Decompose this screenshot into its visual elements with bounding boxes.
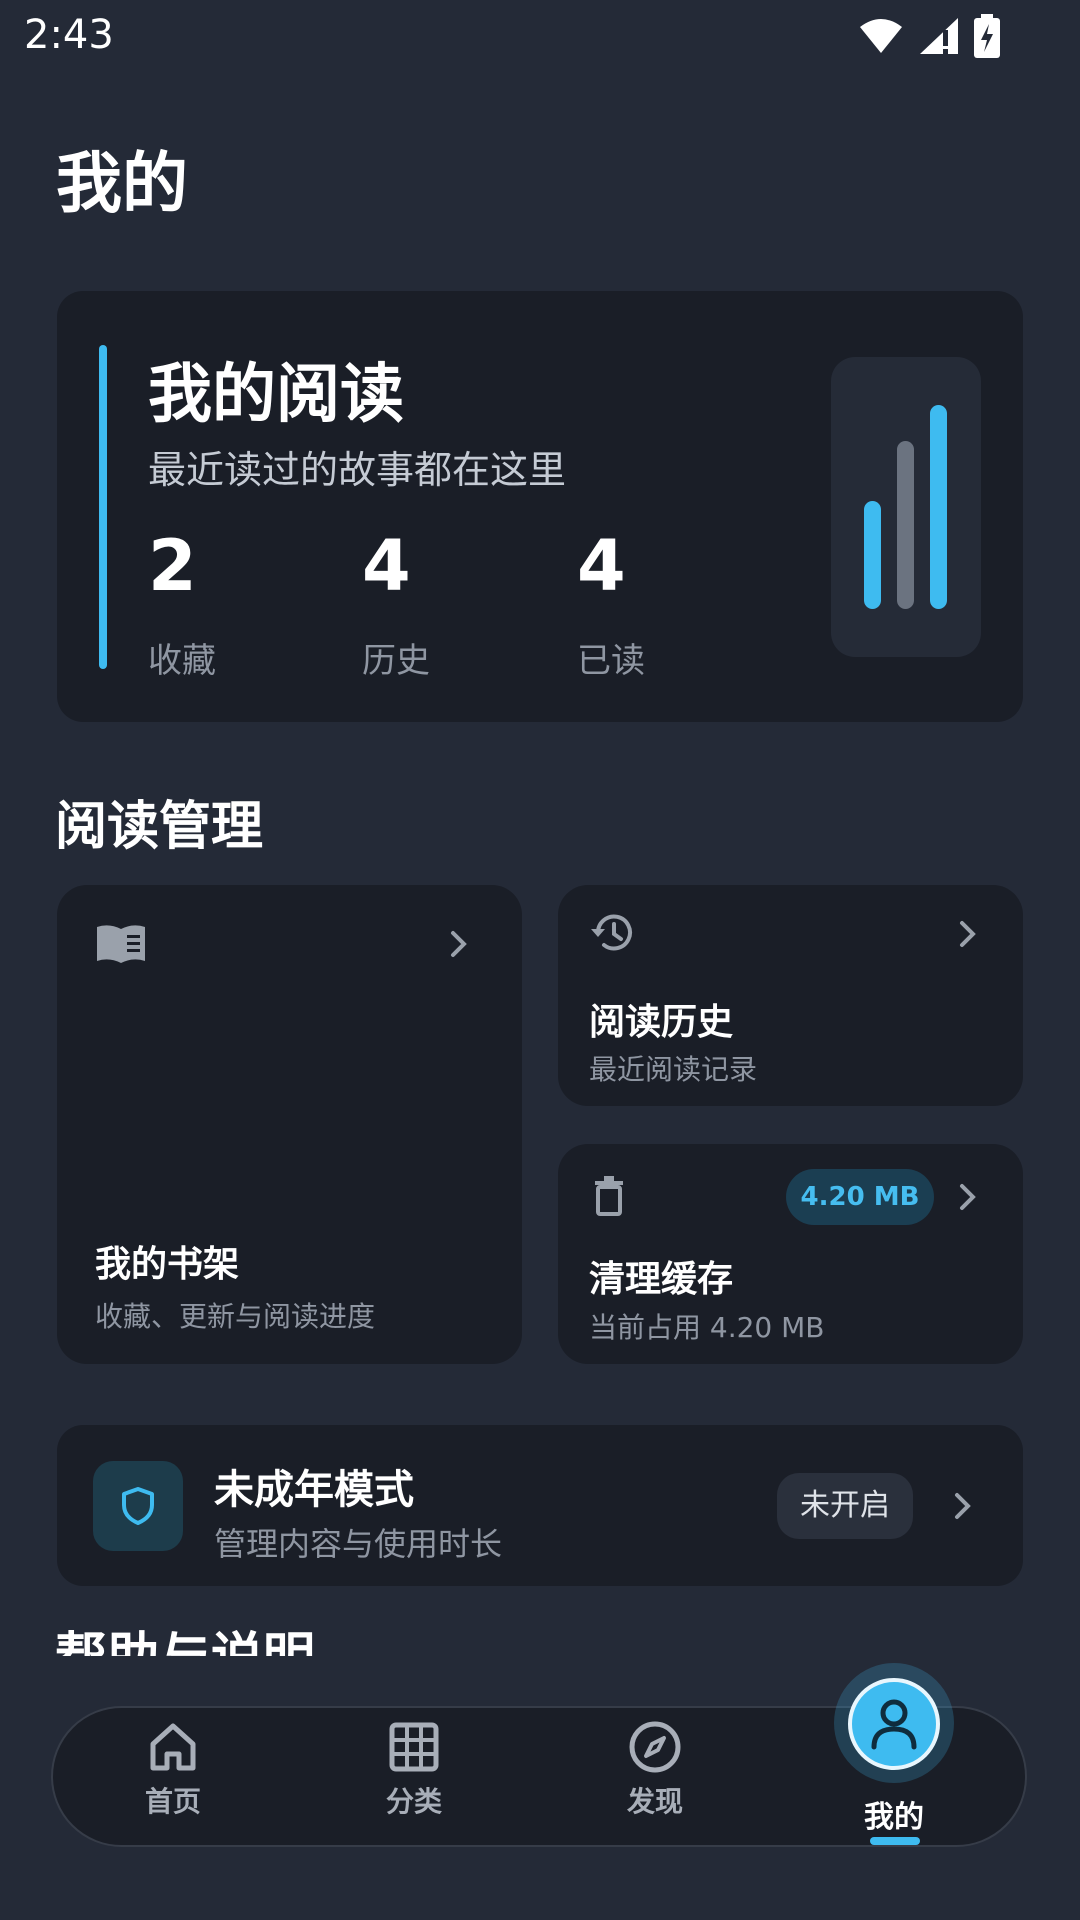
- shield-icon: [122, 1487, 154, 1525]
- clear-cache-title: 清理缓存: [589, 1259, 734, 1300]
- stat-favorites[interactable]: 2 收藏: [148, 531, 216, 682]
- bookshelf-subtitle: 收藏、更新与阅读进度: [95, 1300, 376, 1333]
- compass-icon: [629, 1721, 681, 1773]
- nav-home[interactable]: 首页: [113, 1720, 233, 1820]
- shield-icon-box: [93, 1461, 183, 1551]
- chevron-right-icon: [960, 921, 976, 947]
- stat-label: 收藏: [148, 641, 216, 681]
- bookshelf-tile[interactable]: 我的书架 收藏、更新与阅读进度: [57, 885, 522, 1364]
- stat-label: 已读: [577, 641, 645, 681]
- wifi-icon: [860, 19, 902, 53]
- user-icon: [871, 1699, 917, 1750]
- nav-profile[interactable]: [848, 1678, 940, 1770]
- clear-cache-tile[interactable]: 4.20 MB 清理缓存 当前占用 4.20 MB: [558, 1144, 1023, 1364]
- history-icon: [591, 914, 632, 951]
- minor-mode-status: 未开启: [777, 1473, 913, 1539]
- grid-icon: [389, 1722, 439, 1772]
- reading-card-subtitle: 最近读过的故事都在这里: [148, 448, 567, 492]
- nav-active-indicator: [870, 1837, 920, 1845]
- signal-icon: [920, 18, 958, 54]
- history-subtitle: 最近阅读记录: [589, 1053, 758, 1086]
- bookshelf-title: 我的书架: [95, 1244, 240, 1285]
- cache-size-badge: 4.20 MB: [786, 1169, 934, 1225]
- reading-history-tile[interactable]: 阅读历史 最近阅读记录: [558, 885, 1023, 1106]
- stat-label: 历史: [362, 641, 430, 681]
- stat-value: 2: [148, 525, 197, 607]
- status-icons: [858, 14, 1000, 58]
- accent-bar: [99, 345, 107, 669]
- history-title: 阅读历史: [589, 1002, 734, 1043]
- stat-history[interactable]: 4 历史: [362, 531, 430, 682]
- reading-summary-card[interactable]: 我的阅读 最近读过的故事都在这里 2 收藏 4 历史 4 已读: [57, 291, 1023, 722]
- chevron-right-icon: [451, 931, 467, 957]
- nav-label: 发现: [626, 1785, 683, 1818]
- page-title: 我的: [56, 145, 188, 222]
- chevron-right-icon: [955, 1493, 971, 1519]
- chart-bar: [897, 441, 914, 609]
- trash-icon: [595, 1176, 623, 1216]
- reading-card-title: 我的阅读: [148, 358, 404, 432]
- section-title-help: 帮助与说明: [55, 1626, 315, 1656]
- stat-read[interactable]: 4 已读: [577, 531, 645, 682]
- screen: 2:43 我的 我的阅读 最近读过的故事都在这里 2 收藏 4 历史 4 已读 …: [0, 0, 1080, 1920]
- chevron-right-icon: [960, 1184, 976, 1210]
- nav-categories[interactable]: 分类: [354, 1720, 474, 1820]
- home-icon: [150, 1723, 196, 1771]
- stat-value: 4: [362, 525, 411, 607]
- section-title-reading-management: 阅读管理: [55, 797, 264, 857]
- nav-profile-label: 我的: [864, 1800, 924, 1835]
- chart-bar: [864, 501, 881, 609]
- book-icon: [97, 925, 145, 963]
- clear-cache-subtitle: 当前占用 4.20 MB: [589, 1311, 825, 1344]
- chart-bar: [930, 405, 947, 609]
- status-time: 2:43: [24, 12, 114, 58]
- reading-chart-illustration: [831, 357, 981, 657]
- battery-charging-icon: [974, 14, 1000, 58]
- stat-value: 4: [577, 525, 626, 607]
- minor-mode-subtitle: 管理内容与使用时长: [214, 1525, 503, 1563]
- nav-discover[interactable]: 发现: [595, 1720, 715, 1820]
- minor-mode-title: 未成年模式: [214, 1467, 414, 1513]
- nav-label: 分类: [385, 1785, 442, 1818]
- minor-mode-card[interactable]: 未成年模式 管理内容与使用时长 未开启: [57, 1425, 1023, 1586]
- nav-label: 首页: [144, 1785, 201, 1818]
